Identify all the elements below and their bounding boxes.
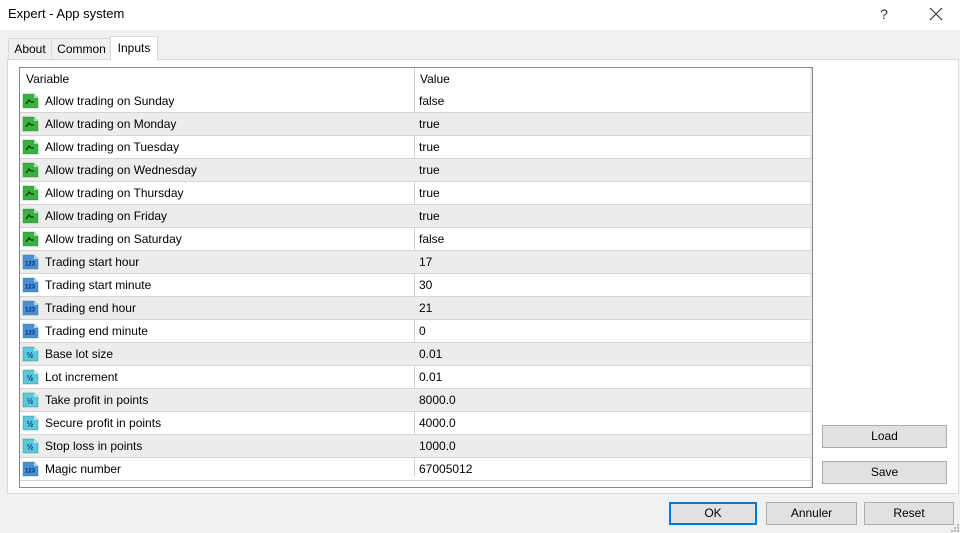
table-row[interactable]: 123 Trading start hour 17 xyxy=(20,251,812,274)
variable-name: Allow trading on Friday xyxy=(45,209,168,223)
variable-name: Secure profit in points xyxy=(45,416,162,430)
close-icon xyxy=(929,7,943,21)
save-button[interactable]: Save xyxy=(822,461,947,484)
bool-icon xyxy=(22,208,39,224)
variable-value[interactable]: true xyxy=(419,117,440,131)
svg-text:½: ½ xyxy=(27,374,34,383)
table-row[interactable]: Allow trading on Sunday false xyxy=(20,90,812,113)
variable-value[interactable]: true xyxy=(419,140,440,154)
bool-icon xyxy=(22,231,39,247)
double-icon: ½ xyxy=(22,369,39,385)
integer-icon: 123 xyxy=(22,300,39,316)
variable-name: Allow trading on Wednesday xyxy=(45,163,197,177)
double-icon: ½ xyxy=(22,415,39,431)
table-row[interactable]: ½ Take profit in points 8000.0 xyxy=(20,389,812,412)
variable-value[interactable]: 17 xyxy=(419,255,432,269)
bool-icon xyxy=(22,93,39,109)
table-row[interactable]: Allow trading on Friday true xyxy=(20,205,812,228)
bool-icon xyxy=(22,162,39,178)
variable-value[interactable]: 1000.0 xyxy=(419,439,456,453)
variable-name: Trading end minute xyxy=(45,324,148,338)
table-row[interactable]: Allow trading on Monday true xyxy=(20,113,812,136)
integer-icon: 123 xyxy=(22,254,39,270)
tab-common[interactable]: Common xyxy=(51,38,112,59)
table-row[interactable]: 123 Trading end hour 21 xyxy=(20,297,812,320)
tab-about[interactable]: About xyxy=(8,38,52,59)
variable-value[interactable]: 21 xyxy=(419,301,432,315)
variable-name: Allow trading on Tuesday xyxy=(45,140,180,154)
reset-button[interactable]: Reset xyxy=(864,502,954,525)
svg-text:123: 123 xyxy=(25,469,36,475)
svg-text:½: ½ xyxy=(27,443,34,452)
variable-value[interactable]: false xyxy=(419,94,444,108)
double-icon: ½ xyxy=(22,346,39,362)
help-button[interactable]: ? xyxy=(873,4,895,24)
table-row[interactable]: 123 Trading end minute 0 xyxy=(20,320,812,343)
grid-rows: Allow trading on Sunday false Allow tradin… xyxy=(20,90,812,481)
variable-name: Base lot size xyxy=(45,347,114,361)
close-button[interactable] xyxy=(924,2,948,26)
variable-name: Trading start minute xyxy=(45,278,152,292)
variable-value[interactable]: true xyxy=(419,163,440,177)
svg-text:123: 123 xyxy=(25,308,36,314)
double-icon: ½ xyxy=(22,438,39,454)
table-row[interactable]: Allow trading on Wednesday true xyxy=(20,159,812,182)
table-row[interactable]: 123 Magic number 67005012 xyxy=(20,458,812,481)
variable-name: Take profit in points xyxy=(45,393,149,407)
variable-value[interactable]: 67005012 xyxy=(419,462,472,476)
table-row[interactable]: Allow trading on Saturday false xyxy=(20,228,812,251)
variable-name: Magic number xyxy=(45,462,122,476)
variable-name: Allow trading on Sunday xyxy=(45,94,175,108)
window-title: Expert - App system xyxy=(8,6,125,21)
variable-value[interactable]: 30 xyxy=(419,278,432,292)
load-button[interactable]: Load xyxy=(822,425,947,448)
variable-value[interactable]: 0 xyxy=(419,324,426,338)
grid-header: Variable Value xyxy=(20,68,812,90)
svg-text:123: 123 xyxy=(25,262,36,268)
bool-icon xyxy=(22,139,39,155)
table-row[interactable]: ½ Stop loss in points 1000.0 xyxy=(20,435,812,458)
variable-name: Allow trading on Thursday xyxy=(45,186,184,200)
variable-name: Trading end hour xyxy=(45,301,136,315)
tab-inputs[interactable]: Inputs xyxy=(110,36,158,61)
svg-text:½: ½ xyxy=(27,397,34,406)
svg-text:½: ½ xyxy=(27,420,34,429)
variable-name: Trading start hour xyxy=(45,255,140,269)
svg-text:½: ½ xyxy=(27,351,34,360)
table-row[interactable]: 123 Trading start minute 30 xyxy=(20,274,812,297)
variable-value[interactable]: 0.01 xyxy=(419,370,442,384)
variable-value[interactable]: true xyxy=(419,209,440,223)
variable-value[interactable]: 8000.0 xyxy=(419,393,456,407)
variable-name: Stop loss in points xyxy=(45,439,143,453)
variable-value[interactable]: 4000.0 xyxy=(419,416,456,430)
cancel-button[interactable]: Annuler xyxy=(766,502,857,525)
table-row[interactable]: ½ Lot increment 0.01 xyxy=(20,366,812,389)
variable-name: Allow trading on Saturday xyxy=(45,232,182,246)
inputs-panel: Variable Value Allow trading on Sunday fa… xyxy=(7,59,959,494)
double-icon: ½ xyxy=(22,392,39,408)
svg-text:123: 123 xyxy=(25,285,36,291)
column-header-variable[interactable]: Variable xyxy=(26,72,69,86)
integer-icon: 123 xyxy=(22,323,39,339)
table-row[interactable]: ½ Secure profit in points 4000.0 xyxy=(20,412,812,435)
bool-icon xyxy=(22,116,39,132)
table-row[interactable]: ½ Base lot size 0.01 xyxy=(20,343,812,366)
svg-text:123: 123 xyxy=(25,331,36,337)
ok-button[interactable]: OK xyxy=(669,502,757,525)
variable-value[interactable]: 0.01 xyxy=(419,347,442,361)
table-row[interactable]: Allow trading on Thursday true xyxy=(20,182,812,205)
variable-name: Allow trading on Monday xyxy=(45,117,177,131)
variable-value[interactable]: false xyxy=(419,232,444,246)
column-header-value[interactable]: Value xyxy=(420,72,450,86)
integer-icon: 123 xyxy=(22,461,39,477)
variable-name: Lot increment xyxy=(45,370,118,384)
table-row[interactable]: Allow trading on Tuesday true xyxy=(20,136,812,159)
resize-grip-icon[interactable] xyxy=(951,524,959,532)
integer-icon: 123 xyxy=(22,277,39,293)
variable-value[interactable]: true xyxy=(419,186,440,200)
title-bar: Expert - App system ? xyxy=(0,0,960,30)
bool-icon xyxy=(22,185,39,201)
inputs-grid: Variable Value Allow trading on Sunday fa… xyxy=(19,67,813,488)
